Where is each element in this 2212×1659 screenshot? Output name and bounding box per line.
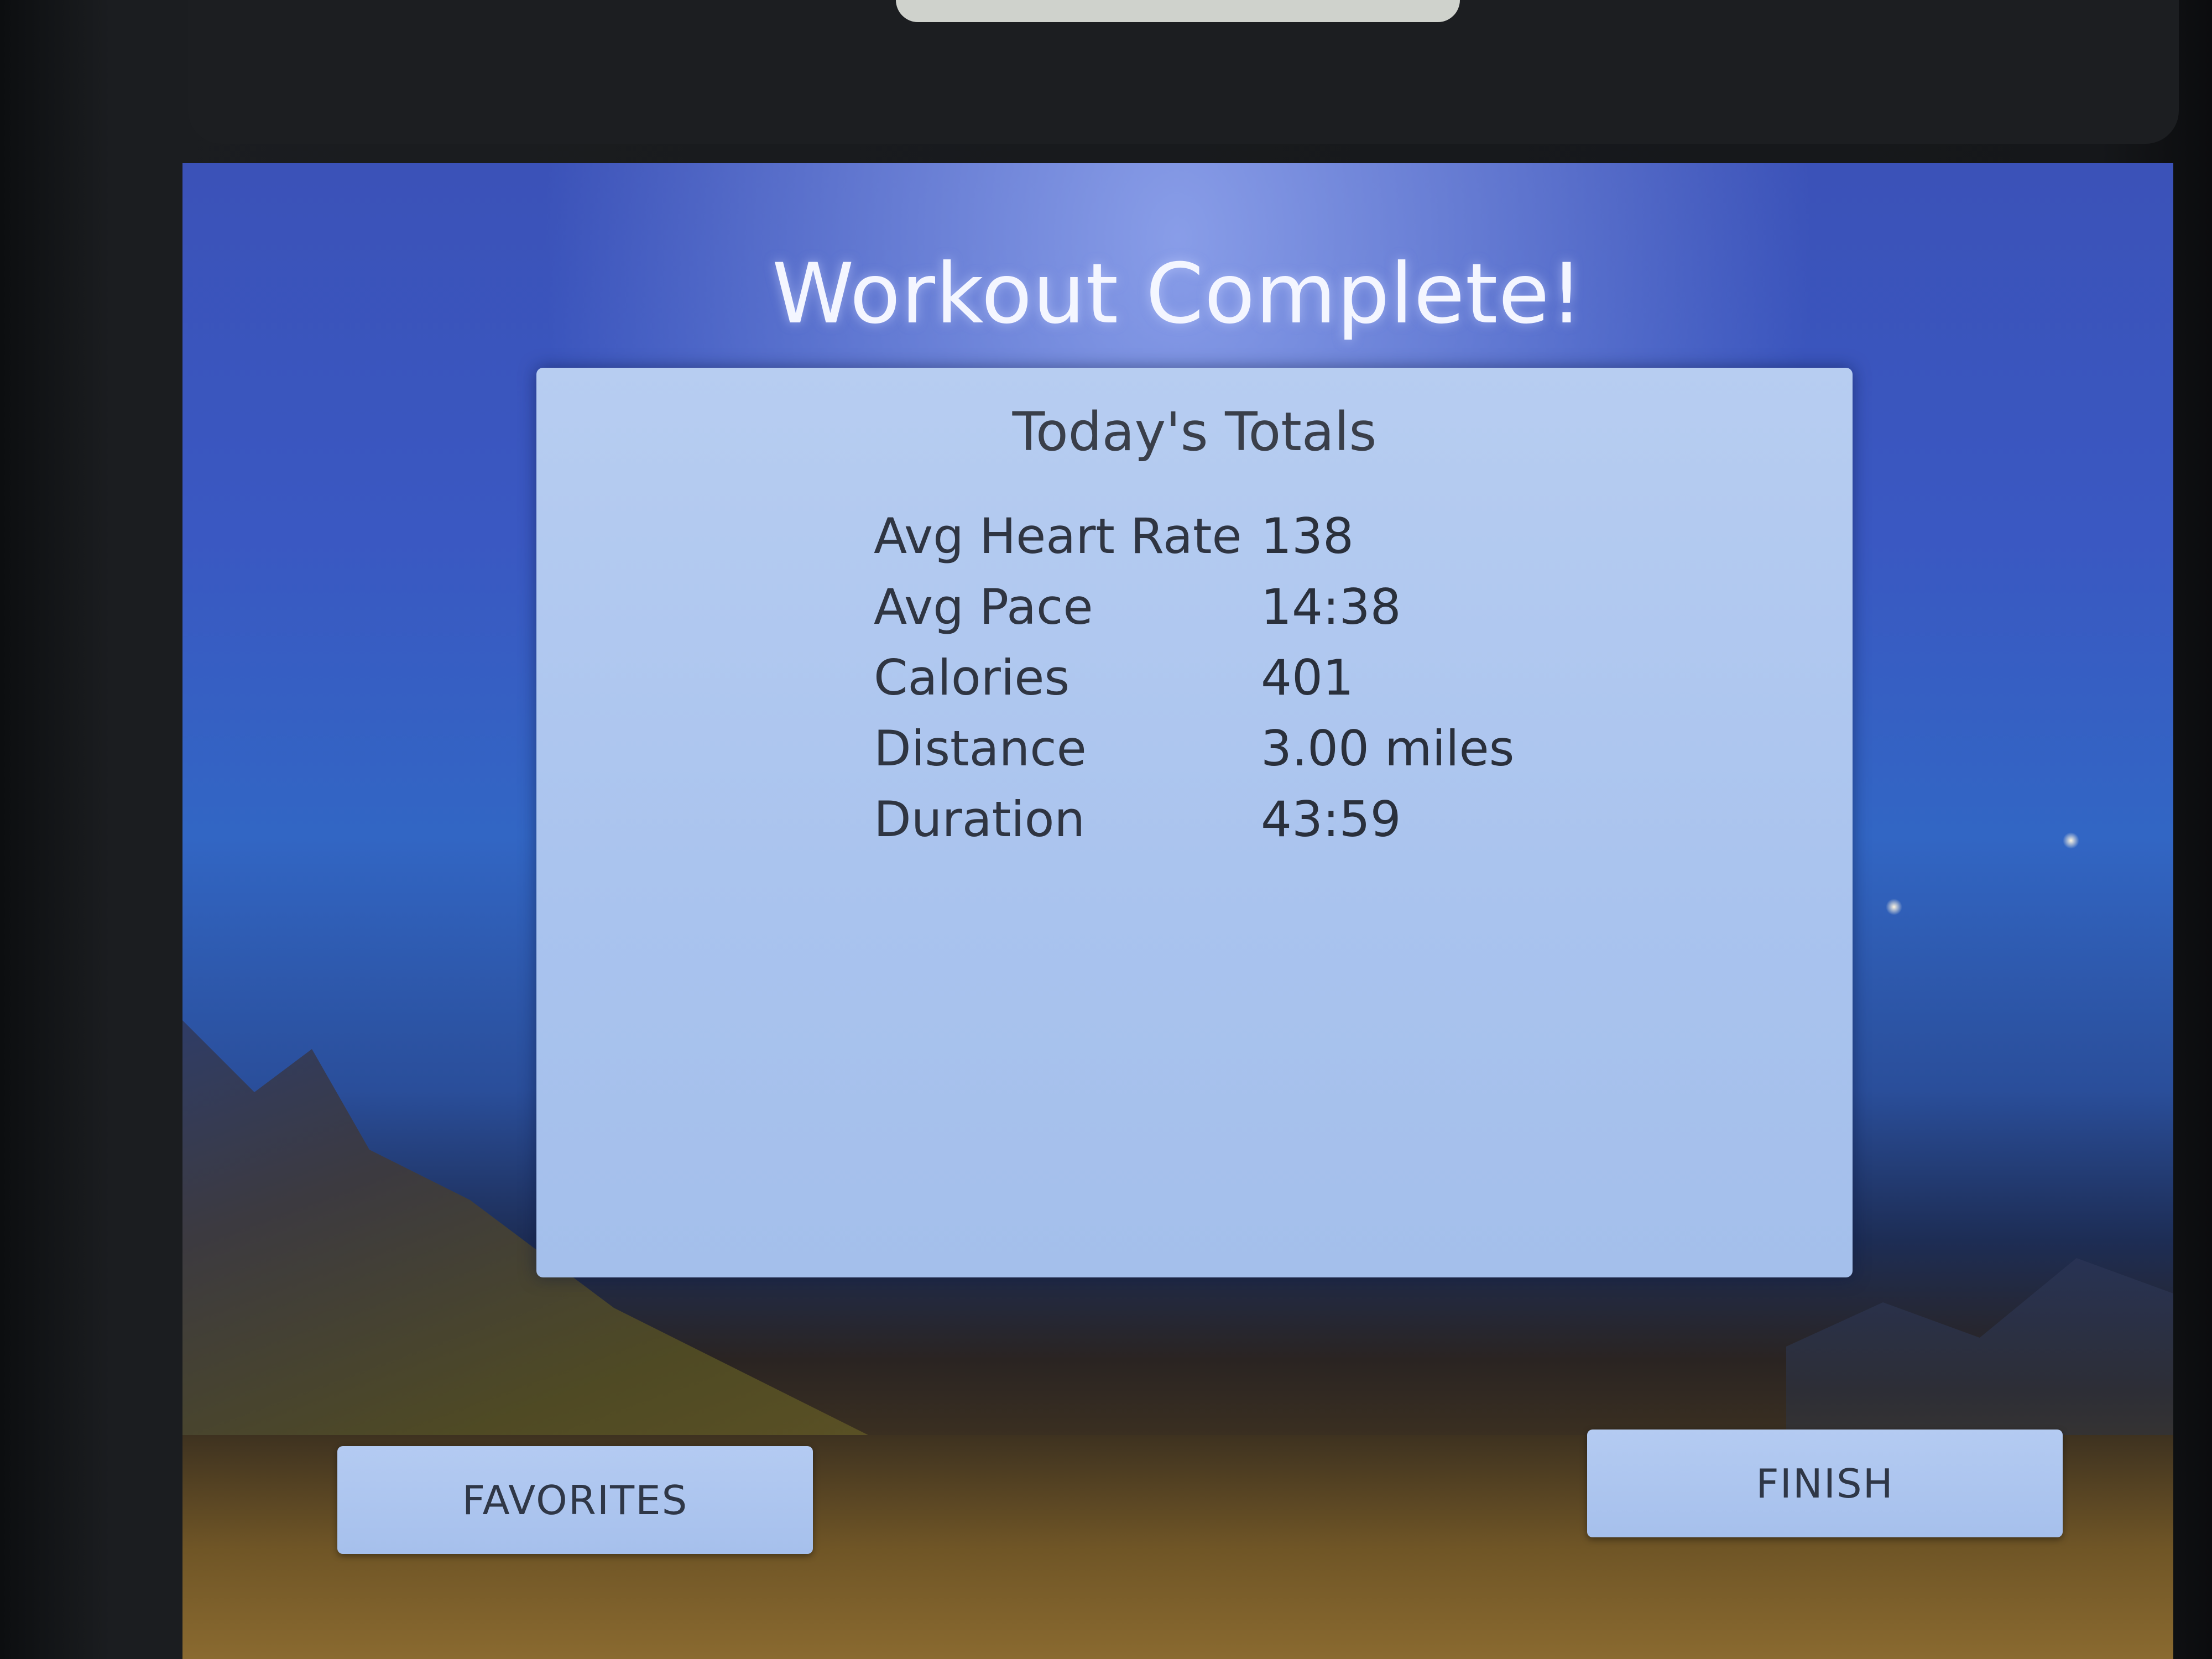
totals-list: Avg Heart Rate 138 Avg Pace 14:38 Calori… <box>874 500 1648 854</box>
console-device: Workout Complete! Today's Totals Avg Hea… <box>0 0 2212 1659</box>
stat-label: Avg Heart Rate <box>874 507 1242 565</box>
totals-heading: Today's Totals <box>1012 401 1377 463</box>
display-screen: Workout Complete! Today's Totals Avg Hea… <box>182 163 2173 1659</box>
device-top-tab <box>896 0 1460 22</box>
stat-label: Calories <box>874 649 1070 706</box>
stat-label: Avg Pace <box>874 578 1093 635</box>
page-title: Workout Complete! <box>772 246 1584 342</box>
stat-value: 3.00 miles <box>1261 719 1515 777</box>
background-light <box>1886 899 1902 915</box>
stat-row-distance: Distance 3.00 miles <box>874 713 1648 784</box>
stat-value: 138 <box>1261 507 1354 565</box>
totals-panel: Today's Totals Avg Heart Rate 138 Avg Pa… <box>536 368 1853 1277</box>
stat-label: Distance <box>874 719 1087 777</box>
stat-row-avg-pace: Avg Pace 14:38 <box>874 571 1648 642</box>
stat-label: Duration <box>874 790 1086 848</box>
stat-row-duration: Duration 43:59 <box>874 784 1648 854</box>
stat-value: 43:59 <box>1261 790 1401 848</box>
stat-row-calories: Calories 401 <box>874 642 1648 713</box>
stat-value: 401 <box>1261 649 1354 706</box>
stat-row-avg-heart-rate: Avg Heart Rate 138 <box>874 500 1648 571</box>
background-light <box>2063 832 2079 849</box>
finish-button[interactable]: FINISH <box>1587 1430 2063 1537</box>
stat-value: 14:38 <box>1261 578 1401 635</box>
favorites-button[interactable]: FAVORITES <box>337 1446 813 1554</box>
